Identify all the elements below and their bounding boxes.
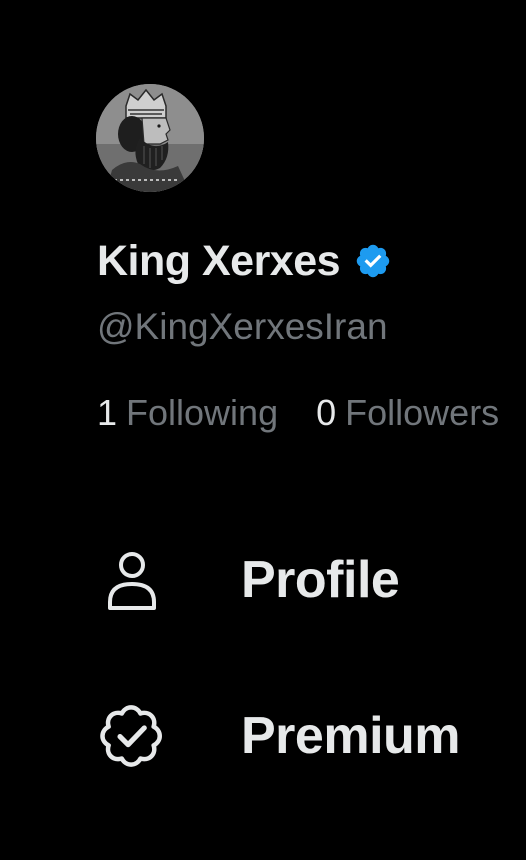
following-stat[interactable]: 1 Following [97,392,278,434]
person-outline-icon [108,552,156,610]
followers-label: Followers [345,392,500,433]
nav-item-premium[interactable]: Premium [96,696,461,776]
avatar-image [96,84,204,192]
profile-handle: @KingXerxesIran [97,306,388,347]
display-name: King Xerxes [97,236,341,285]
followers-count: 0 [316,392,337,433]
follow-stats: 1 Following 0 Followers [97,392,499,434]
avatar[interactable] [96,84,204,192]
following-label: Following [126,392,279,433]
profile-name-row: King Xerxes [97,234,392,288]
verified-badge-outline-icon [100,705,162,767]
followers-stat[interactable]: 0 Followers [316,392,499,434]
nav-item-label: Profile [241,551,400,609]
following-count: 1 [97,392,118,433]
verified-badge-icon[interactable] [354,242,392,280]
nav-item-label: Premium [241,707,461,765]
nav-item-profile[interactable]: Profile [96,540,400,620]
